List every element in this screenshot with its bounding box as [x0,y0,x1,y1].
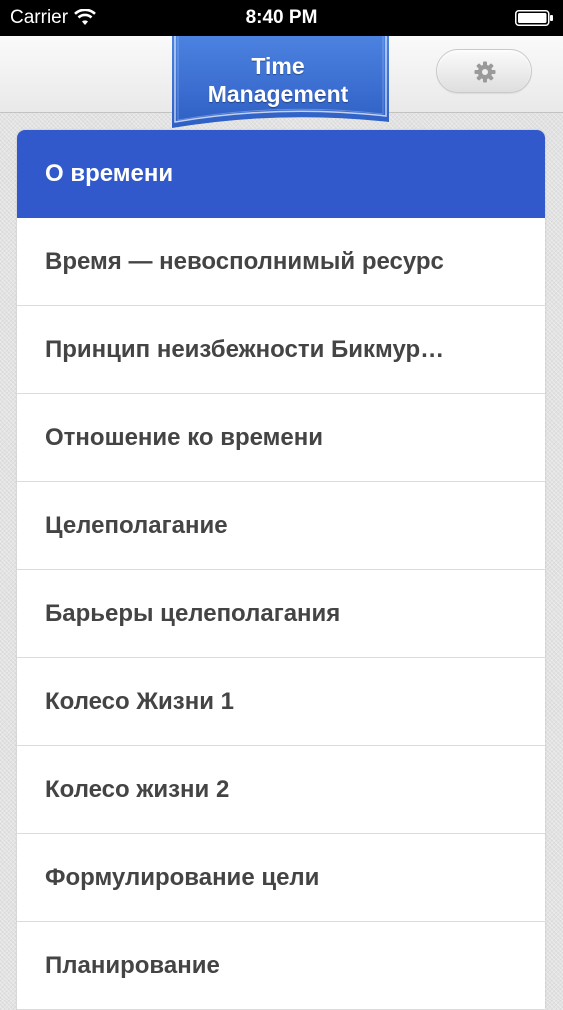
status-time: 8:40 PM [245,7,318,28]
list-item[interactable]: Колесо Жизни 1 [17,658,545,746]
status-bar: Carrier 8:40 PM [0,0,563,36]
app-title-line-1: Time [251,53,305,79]
list-item[interactable]: Отношение ко времени [17,394,545,482]
list-item-label: Колесо Жизни 1 [45,687,234,715]
list-item[interactable]: Время — невосполнимый ресурс [17,218,545,306]
list-item[interactable]: Целеполагание [17,482,545,570]
list-item-label: Колесо жизни 2 [45,775,230,803]
list-item-label: Формулирование цели [45,863,320,891]
list-item-label: Барьеры целеполагания [45,599,341,627]
list-item-label: О времени [45,160,174,187]
app-title: Time Management [172,52,384,108]
list-item-label: Отношение ко времени [45,423,324,451]
list-item[interactable]: Формулирование цели [17,834,545,922]
settings-button[interactable] [436,49,532,93]
list-item[interactable]: Планирование [17,922,545,1010]
list-item-label: Принцип неизбежности Бикмур… [45,335,445,363]
list-item-label: Целеполагание [45,511,228,539]
battery-icon [515,10,553,26]
topics-list: О времени Время — невосполнимый ресурс П… [17,130,545,1010]
list-item[interactable]: Принцип неизбежности Бикмур… [17,306,545,394]
list-item[interactable]: Колесо жизни 2 [17,746,545,834]
app-title-line-2: Management [207,81,349,107]
app-title-banner: Time Management [172,36,389,134]
list-item-label: Время — невосполнимый ресурс [45,247,444,275]
list-item[interactable]: Барьеры целеполагания [17,570,545,658]
list-item-selected[interactable]: О времени [17,130,545,218]
list-item-label: Планирование [45,951,220,979]
gear-icon [473,60,497,84]
